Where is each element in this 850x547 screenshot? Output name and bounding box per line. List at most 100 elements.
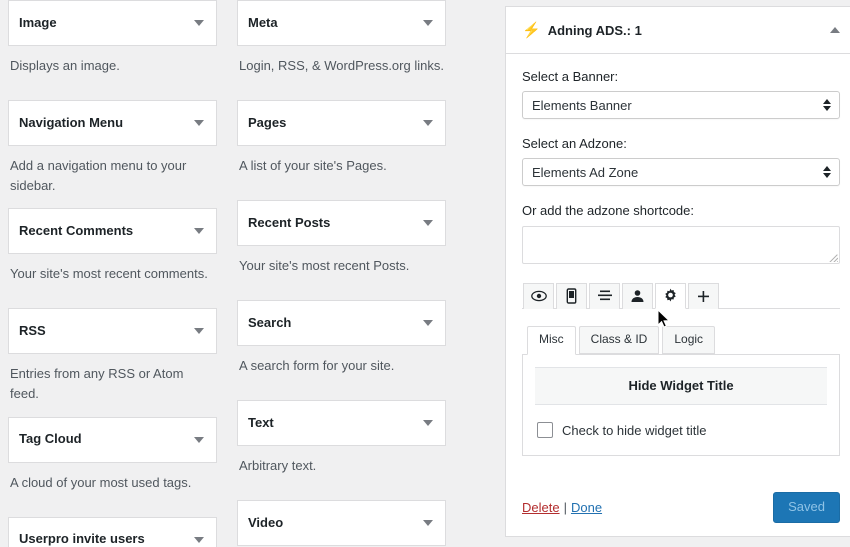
widget-title: Pages [248, 114, 287, 130]
widget-item: Userpro invite users userpro invite user… [0, 516, 229, 547]
widget-title: Text [248, 414, 274, 430]
widget-card[interactable]: RSS [8, 308, 217, 355]
user-icon-tab[interactable] [622, 282, 653, 309]
chevron-down-icon[interactable] [423, 20, 433, 26]
widget-editor-title: Adning ADS.: 1 [547, 22, 642, 38]
footer-separator: | [563, 500, 567, 516]
delete-link[interactable]: Delete [522, 500, 560, 515]
alignment-icon [597, 290, 612, 301]
widget-header[interactable]: Userpro invite users [8, 516, 217, 547]
widget-card[interactable]: Userpro invite users [8, 516, 217, 547]
widget-card[interactable]: Tag Cloud [8, 416, 217, 463]
widget-card[interactable]: Search [237, 300, 446, 346]
banner-select[interactable]: Elements Banner [522, 91, 840, 120]
chevron-down-icon[interactable] [194, 536, 204, 543]
widget-title: Userpro invite users [19, 531, 145, 547]
widget-title: Recent Posts [248, 214, 331, 230]
widget-header[interactable]: Text [237, 400, 446, 446]
widget-editor-panel: ⚡ Adning ADS.: 1 Select a Banner: Elemen… [505, 6, 850, 537]
eye-icon [530, 290, 547, 302]
chevron-down-icon[interactable] [423, 220, 433, 226]
widget-description: A search form for your site. [229, 346, 458, 400]
chevron-down-icon[interactable] [194, 328, 204, 335]
widget-description: Your site's most recent Posts. [229, 246, 458, 300]
user-icon [631, 290, 644, 303]
widget-header[interactable]: Video [237, 500, 446, 546]
chevron-down-icon[interactable] [194, 20, 204, 26]
widget-description: Displays an image. [0, 46, 229, 100]
shortcode-field-group: Or add the adzone shortcode: [522, 202, 840, 264]
editor-tab-row: Misc Class & ID Logic [522, 325, 840, 356]
widget-description: A list of your site's Pages. [229, 146, 458, 200]
widget-item: Tag Cloud A cloud of your most used tags… [0, 416, 229, 517]
widget-header[interactable]: Search [237, 300, 446, 346]
widget-title: Navigation Menu [19, 114, 124, 130]
widget-description: Your site's most recent comments. [0, 254, 229, 309]
adzone-select[interactable]: Elements Ad Zone [522, 158, 840, 187]
chevron-down-icon[interactable] [194, 120, 204, 126]
widget-card[interactable]: Navigation Menu [8, 100, 217, 146]
widget-item: Pages A list of your site's Pages. [229, 100, 458, 200]
widget-grid: Image Displays an image. Navigation Menu… [0, 0, 458, 547]
widget-header[interactable]: Recent Posts [237, 200, 446, 246]
tab-misc[interactable]: Misc [527, 325, 576, 356]
widget-item: RSS Entries from any RSS or Atom feed. [0, 308, 229, 417]
chevron-down-icon[interactable] [194, 228, 204, 235]
mobile-device-icon [566, 288, 577, 304]
widget-card[interactable]: Image [8, 0, 217, 46]
plus-icon [698, 290, 709, 302]
chevron-down-icon[interactable] [194, 436, 204, 443]
chevron-down-icon[interactable] [423, 320, 433, 326]
widget-item: Video Displays a video from the media [229, 500, 458, 547]
widget-header[interactable]: Recent Comments [8, 208, 217, 255]
widget-column-right: Meta Login, RSS, & WordPress.org links. … [229, 0, 458, 547]
widgets-screen: Image Displays an image. Navigation Menu… [0, 0, 850, 547]
widget-card[interactable]: Video [237, 500, 446, 546]
alignment-icon-tab[interactable] [589, 282, 620, 309]
hide-widget-title-checkbox[interactable] [537, 422, 553, 439]
tab-logic[interactable]: Logic [662, 325, 716, 355]
widget-item: Navigation Menu Add a navigation menu to… [0, 100, 229, 209]
widget-description: Login, RSS, & WordPress.org links. [229, 46, 458, 100]
shortcode-textarea[interactable] [522, 225, 840, 264]
widget-header[interactable]: Navigation Menu [8, 100, 217, 146]
widget-card[interactable]: Pages [237, 100, 446, 146]
chevron-up-icon[interactable] [830, 27, 840, 33]
editor-icon-toolbar [522, 282, 840, 309]
eye-icon-tab[interactable] [523, 282, 554, 309]
hide-widget-title-checkbox-label: Check to hide widget title [562, 422, 707, 438]
widget-header[interactable]: Tag Cloud [8, 416, 217, 463]
widget-title: Tag Cloud [19, 431, 82, 447]
widget-header[interactable]: RSS [8, 308, 217, 355]
widget-editor-footer: Delete | Done Saved [506, 481, 850, 536]
widget-card[interactable]: Text [237, 400, 446, 446]
stepper-updown-icon[interactable] [823, 166, 831, 179]
widget-header[interactable]: Image [8, 0, 217, 46]
widget-title: Recent Comments [19, 222, 134, 238]
widget-item: Meta Login, RSS, & WordPress.org links. [229, 0, 458, 100]
widget-title: Image [19, 14, 57, 30]
widget-title: RSS [19, 322, 46, 338]
plus-icon-tab[interactable] [688, 282, 719, 309]
widget-header[interactable]: Meta [237, 0, 446, 46]
widget-header[interactable]: Pages [237, 100, 446, 146]
resize-grip-icon[interactable] [827, 251, 838, 262]
chevron-down-icon[interactable] [423, 520, 433, 526]
tab-panel-misc: Hide Widget Title Check to hide widget t… [522, 354, 840, 457]
gear-icon-tab[interactable] [655, 282, 686, 309]
chevron-down-icon[interactable] [423, 420, 433, 426]
mobile-device-icon-tab[interactable] [556, 282, 587, 309]
widget-card[interactable]: Meta [237, 0, 446, 46]
hide-widget-title-check-row[interactable]: Check to hide widget title [535, 422, 827, 439]
save-button[interactable]: Saved [773, 492, 840, 523]
widget-card[interactable]: Recent Posts [237, 200, 446, 246]
done-link[interactable]: Done [571, 500, 602, 515]
widget-editor-header[interactable]: ⚡ Adning ADS.: 1 [506, 7, 850, 54]
chevron-down-icon[interactable] [423, 120, 433, 126]
stepper-updown-icon[interactable] [823, 99, 831, 112]
gear-icon [665, 288, 676, 302]
widget-editor-body: Select a Banner: Elements Banner Select … [506, 54, 850, 481]
widget-description: Arbitrary text. [229, 446, 458, 500]
widget-card[interactable]: Recent Comments [8, 208, 217, 255]
tab-class-and-id[interactable]: Class & ID [578, 325, 660, 355]
